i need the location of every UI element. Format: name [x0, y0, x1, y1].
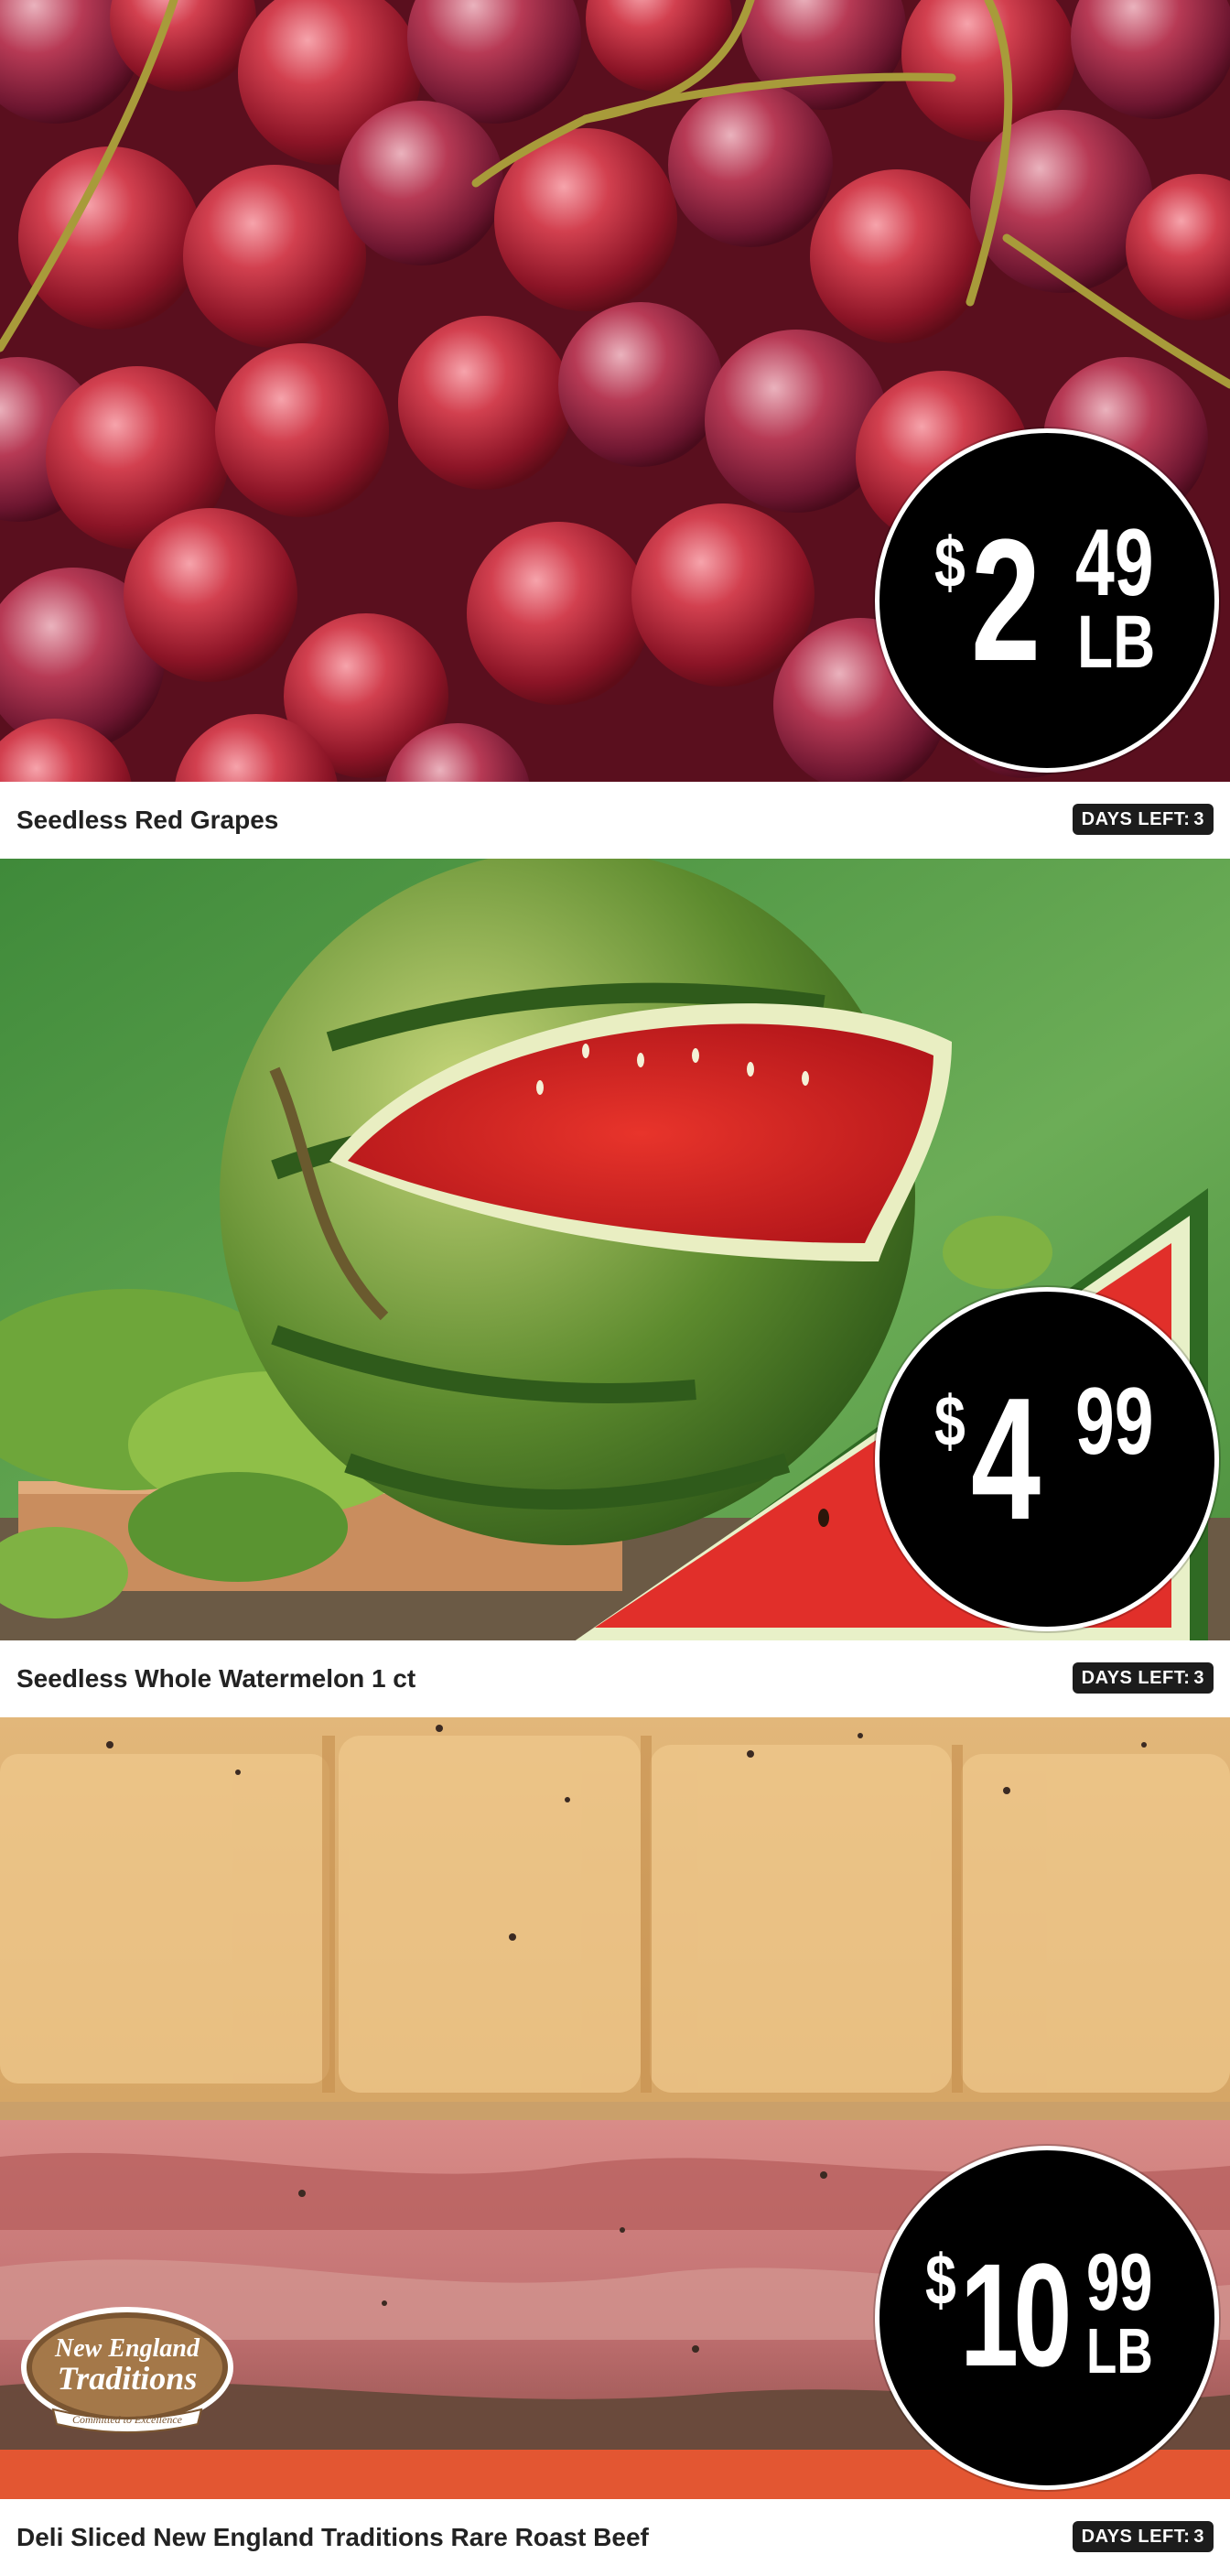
- days-left-badge: DAYS LEFT: 3: [1072, 2521, 1214, 2552]
- product-caption: Seedless Red Grapes DAYS LEFT: 3: [0, 782, 1230, 859]
- product-title[interactable]: Seedless Red Grapes: [16, 806, 278, 835]
- days-left-badge: DAYS LEFT: 3: [1072, 804, 1214, 835]
- logo-tagline: Committed to Excellence: [72, 2413, 183, 2426]
- logo-line2: Traditions: [58, 2360, 198, 2397]
- days-left-label: DAYS LEFT:: [1081, 1668, 1191, 1688]
- new-england-traditions-logo: New England Traditions Committed to Exce…: [18, 2303, 236, 2439]
- price-currency: $: [934, 1380, 966, 1461]
- price-unit: LB: [1086, 2315, 1153, 2387]
- watermelon-photo[interactable]: $ 4 99: [0, 859, 1230, 1640]
- price-dollars: 4: [971, 1362, 1041, 1556]
- price-cents: 99: [1075, 1369, 1154, 1475]
- price-dollars: 2: [971, 503, 1041, 698]
- product-title[interactable]: Seedless Whole Watermelon 1 ct: [16, 1664, 415, 1694]
- price-badge: $ 10 99 LB: [875, 2146, 1219, 2490]
- product-caption: Seedless Whole Watermelon 1 ct DAYS LEFT…: [0, 1640, 1230, 1717]
- red-grapes-photo[interactable]: $ 2 49 LB: [0, 0, 1230, 782]
- price-dollars: 10: [960, 2233, 1072, 2397]
- days-left-badge: DAYS LEFT: 3: [1072, 1662, 1214, 1694]
- days-left-count: 3: [1193, 809, 1204, 829]
- days-left-label: DAYS LEFT:: [1081, 809, 1191, 829]
- price-currency: $: [925, 2239, 956, 2320]
- days-left-count: 3: [1193, 2527, 1204, 2547]
- product-title[interactable]: Deli Sliced New England Traditions Rare …: [16, 2523, 649, 2552]
- days-left-label: DAYS LEFT:: [1081, 2527, 1191, 2547]
- product-card-watermelon[interactable]: $ 4 99 Seedless Whole Watermelon 1 ct DA…: [0, 859, 1230, 1717]
- product-card-grapes[interactable]: $ 2 49 LB Seedless Red Grapes DAYS LEFT:…: [0, 0, 1230, 859]
- price-currency: $: [934, 522, 966, 602]
- logo-line1: New England: [54, 2334, 200, 2363]
- price-cents: 99: [1086, 2236, 1153, 2327]
- roast-beef-sandwich-photo[interactable]: New England Traditions Committed to Exce…: [0, 1717, 1230, 2499]
- price-cents: 49: [1075, 510, 1154, 616]
- product-caption: Deli Sliced New England Traditions Rare …: [0, 2499, 1230, 2576]
- price-unit: LB: [1077, 601, 1156, 684]
- weekly-deals-feed: $ 2 49 LB Seedless Red Grapes DAYS LEFT:…: [0, 0, 1230, 2576]
- product-card-roast-beef[interactable]: New England Traditions Committed to Exce…: [0, 1717, 1230, 2576]
- price-badge: $ 4 99: [875, 1287, 1219, 1631]
- days-left-count: 3: [1193, 1668, 1204, 1688]
- price-badge: $ 2 49 LB: [875, 428, 1219, 773]
